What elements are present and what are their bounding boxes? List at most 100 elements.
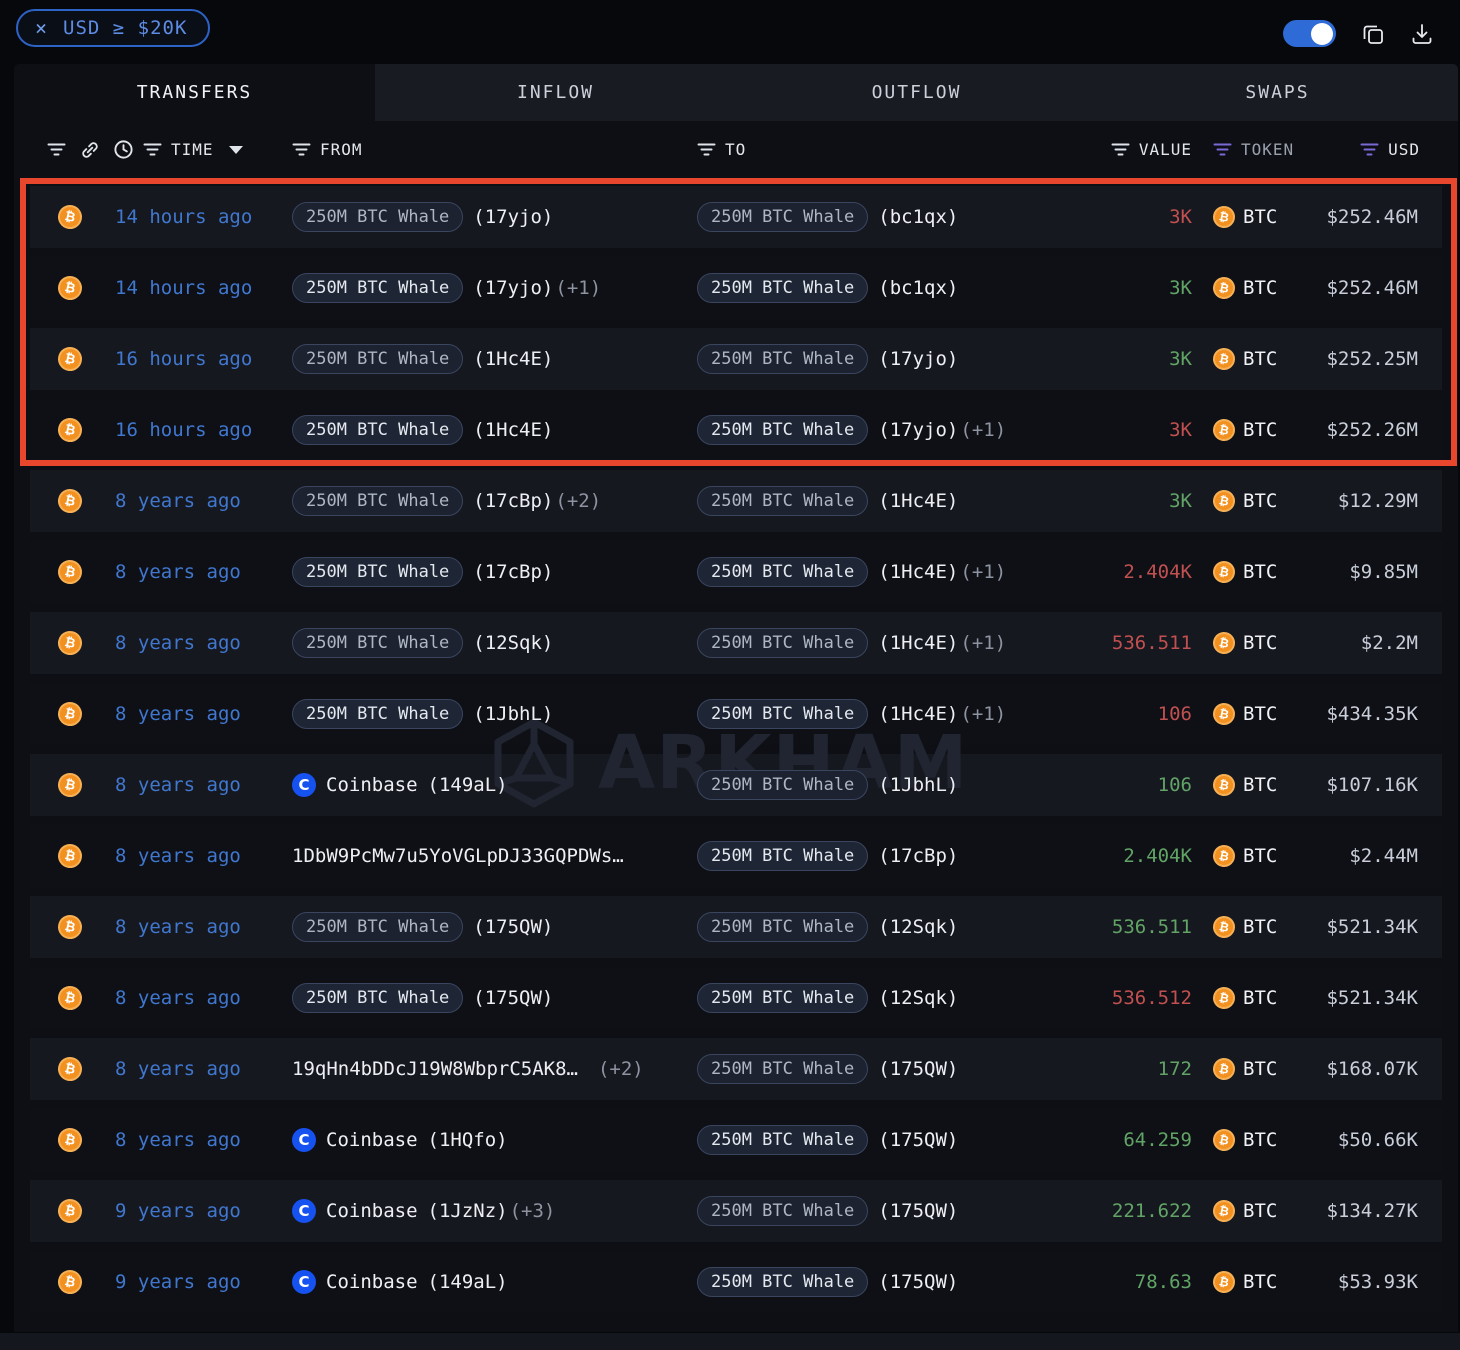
tab-transfers[interactable]: TRANSFERS	[14, 64, 375, 121]
col-token[interactable]: TOKEN	[1241, 140, 1294, 159]
live-toggle[interactable]	[1283, 20, 1336, 47]
transfer-time[interactable]: 9 years ago	[115, 1271, 292, 1293]
to-entity-chip[interactable]: 250M BTC Whale	[697, 770, 868, 800]
table-row[interactable]: ₿14 hours ago250M BTC Whale(17yjo)(+1)25…	[30, 257, 1442, 319]
table-row[interactable]: ₿9 years agoCCoinbase(149aL)250M BTC Wha…	[30, 1251, 1442, 1313]
table-row[interactable]: ₿8 years ago19qHn4bDDcJ19W8WbprC5AK8…(+2…	[30, 1038, 1442, 1100]
link-icon[interactable]	[79, 139, 101, 161]
to-entity-chip[interactable]: 250M BTC Whale	[697, 1125, 868, 1155]
token-filter-icon[interactable]	[1213, 142, 1232, 157]
col-usd[interactable]: USD	[1388, 140, 1420, 159]
transfer-time[interactable]: 14 hours ago	[115, 277, 292, 299]
transfer-time[interactable]: 8 years ago	[115, 916, 292, 938]
token-cell[interactable]: ₿BTC	[1192, 845, 1292, 867]
token-cell[interactable]: ₿BTC	[1192, 561, 1292, 583]
table-row[interactable]: ₿8 years ago250M BTC Whale(175QW)250M BT…	[30, 967, 1442, 1029]
table-row[interactable]: ₿8 years ago250M BTC Whale(175QW)250M BT…	[30, 896, 1442, 958]
col-time[interactable]: TIME	[171, 140, 214, 159]
col-value[interactable]: VALUE	[1139, 140, 1192, 159]
download-icon[interactable]	[1410, 22, 1434, 46]
to-entity-chip[interactable]: 250M BTC Whale	[697, 1196, 868, 1226]
token-cell[interactable]: ₿BTC	[1192, 348, 1292, 370]
transfer-time[interactable]: 8 years ago	[115, 561, 292, 583]
to-short-address[interactable]: (175QW)	[878, 1058, 958, 1080]
remove-filter-icon[interactable]: ×	[35, 16, 48, 40]
token-cell[interactable]: ₿BTC	[1192, 277, 1292, 299]
usd-filter-chip[interactable]: × USD ≥ $20K	[16, 9, 210, 47]
table-row[interactable]: ₿8 years ago1DbW9PcMw7u5YoVGLpDJ33GQPDWs…	[30, 825, 1442, 887]
to-entity-chip[interactable]: 250M BTC Whale	[697, 202, 868, 232]
to-short-address[interactable]: (1JbhL)	[878, 774, 958, 796]
table-row[interactable]: ₿8 years ago250M BTC Whale(17cBp)250M BT…	[30, 541, 1442, 603]
from-short-address[interactable]: (17cBp)	[473, 490, 553, 512]
transfer-time[interactable]: 8 years ago	[115, 703, 292, 725]
to-short-address[interactable]: (12Sqk)	[878, 987, 958, 1009]
from-entity-name[interactable]: Coinbase	[326, 774, 418, 796]
to-entity-chip[interactable]: 250M BTC Whale	[697, 557, 868, 587]
transfer-time[interactable]: 14 hours ago	[115, 206, 292, 228]
to-short-address[interactable]: (12Sqk)	[878, 916, 958, 938]
from-short-address[interactable]: (17yjo)	[473, 277, 553, 299]
clock-icon[interactable]	[113, 139, 134, 160]
from-entity-chip[interactable]: 250M BTC Whale	[292, 344, 463, 374]
from-entity-chip[interactable]: 250M BTC Whale	[292, 912, 463, 942]
to-short-address[interactable]: (17yjo)	[878, 348, 958, 370]
from-short-address[interactable]: (149aL)	[428, 774, 508, 796]
from-short-address[interactable]: (1Hc4E)	[473, 348, 553, 370]
transfer-time[interactable]: 8 years ago	[115, 774, 292, 796]
to-short-address[interactable]: (175QW)	[878, 1129, 958, 1151]
tab-inflow[interactable]: INFLOW	[375, 64, 736, 121]
from-entity-name[interactable]: Coinbase	[326, 1271, 418, 1293]
to-entity-chip[interactable]: 250M BTC Whale	[697, 983, 868, 1013]
tab-outflow[interactable]: OUTFLOW	[736, 64, 1097, 121]
from-short-address[interactable]: (17cBp)	[473, 561, 553, 583]
table-row[interactable]: ₿16 hours ago250M BTC Whale(1Hc4E)250M B…	[30, 399, 1442, 461]
to-entity-chip[interactable]: 250M BTC Whale	[697, 912, 868, 942]
from-entity-chip[interactable]: 250M BTC Whale	[292, 202, 463, 232]
col-from[interactable]: FROM	[320, 140, 363, 159]
token-cell[interactable]: ₿BTC	[1192, 490, 1292, 512]
col-to[interactable]: TO	[725, 140, 746, 159]
transfer-time[interactable]: 8 years ago	[115, 490, 292, 512]
from-entity-chip[interactable]: 250M BTC Whale	[292, 415, 463, 445]
sort-caret-icon[interactable]	[229, 146, 243, 154]
to-short-address[interactable]: (bc1qx)	[878, 206, 958, 228]
from-entity-name[interactable]: Coinbase	[326, 1200, 418, 1222]
token-cell[interactable]: ₿BTC	[1192, 703, 1292, 725]
from-short-address[interactable]: (1Hc4E)	[473, 419, 553, 441]
token-cell[interactable]: ₿BTC	[1192, 1200, 1292, 1222]
time-filter-icon[interactable]	[143, 142, 162, 157]
value-filter-icon[interactable]	[1111, 142, 1130, 157]
to-short-address[interactable]: (175QW)	[878, 1200, 958, 1222]
transfer-time[interactable]: 16 hours ago	[115, 348, 292, 370]
from-filter-icon[interactable]	[292, 142, 311, 157]
tab-swaps[interactable]: SWAPS	[1097, 64, 1458, 121]
to-short-address[interactable]: (17cBp)	[878, 845, 958, 867]
from-address[interactable]: 1DbW9PcMw7u5YoVGLpDJ33GQPDWs…	[292, 845, 624, 867]
from-short-address[interactable]: (1HQfo)	[428, 1129, 508, 1151]
table-row[interactable]: ₿8 years ago250M BTC Whale(17cBp)(+2)250…	[30, 470, 1442, 532]
from-short-address[interactable]: (175QW)	[473, 987, 553, 1009]
token-cell[interactable]: ₿BTC	[1192, 774, 1292, 796]
to-entity-chip[interactable]: 250M BTC Whale	[697, 1054, 868, 1084]
from-short-address[interactable]: (1JbhL)	[473, 703, 553, 725]
table-row[interactable]: ₿8 years agoCCoinbase(149aL)250M BTC Wha…	[30, 754, 1442, 816]
from-entity-name[interactable]: Coinbase	[326, 1129, 418, 1151]
to-entity-chip[interactable]: 250M BTC Whale	[697, 415, 868, 445]
transfer-time[interactable]: 8 years ago	[115, 632, 292, 654]
copy-icon[interactable]	[1361, 22, 1385, 46]
usd-filter-icon[interactable]	[1360, 142, 1379, 157]
from-short-address[interactable]: (1JzNz)	[428, 1200, 508, 1222]
table-row[interactable]: ₿8 years ago250M BTC Whale(1JbhL)250M BT…	[30, 683, 1442, 745]
transfer-time[interactable]: 8 years ago	[115, 1129, 292, 1151]
to-entity-chip[interactable]: 250M BTC Whale	[697, 344, 868, 374]
transfer-time[interactable]: 8 years ago	[115, 987, 292, 1009]
token-cell[interactable]: ₿BTC	[1192, 1129, 1292, 1151]
table-row[interactable]: ₿9 years agoCCoinbase(1JzNz)(+3)250M BTC…	[30, 1180, 1442, 1242]
transfer-time[interactable]: 8 years ago	[115, 1058, 292, 1080]
token-cell[interactable]: ₿BTC	[1192, 1058, 1292, 1080]
transfer-time[interactable]: 9 years ago	[115, 1200, 292, 1222]
from-short-address[interactable]: (12Sqk)	[473, 632, 553, 654]
to-short-address[interactable]: (175QW)	[878, 1271, 958, 1293]
to-entity-chip[interactable]: 250M BTC Whale	[697, 486, 868, 516]
